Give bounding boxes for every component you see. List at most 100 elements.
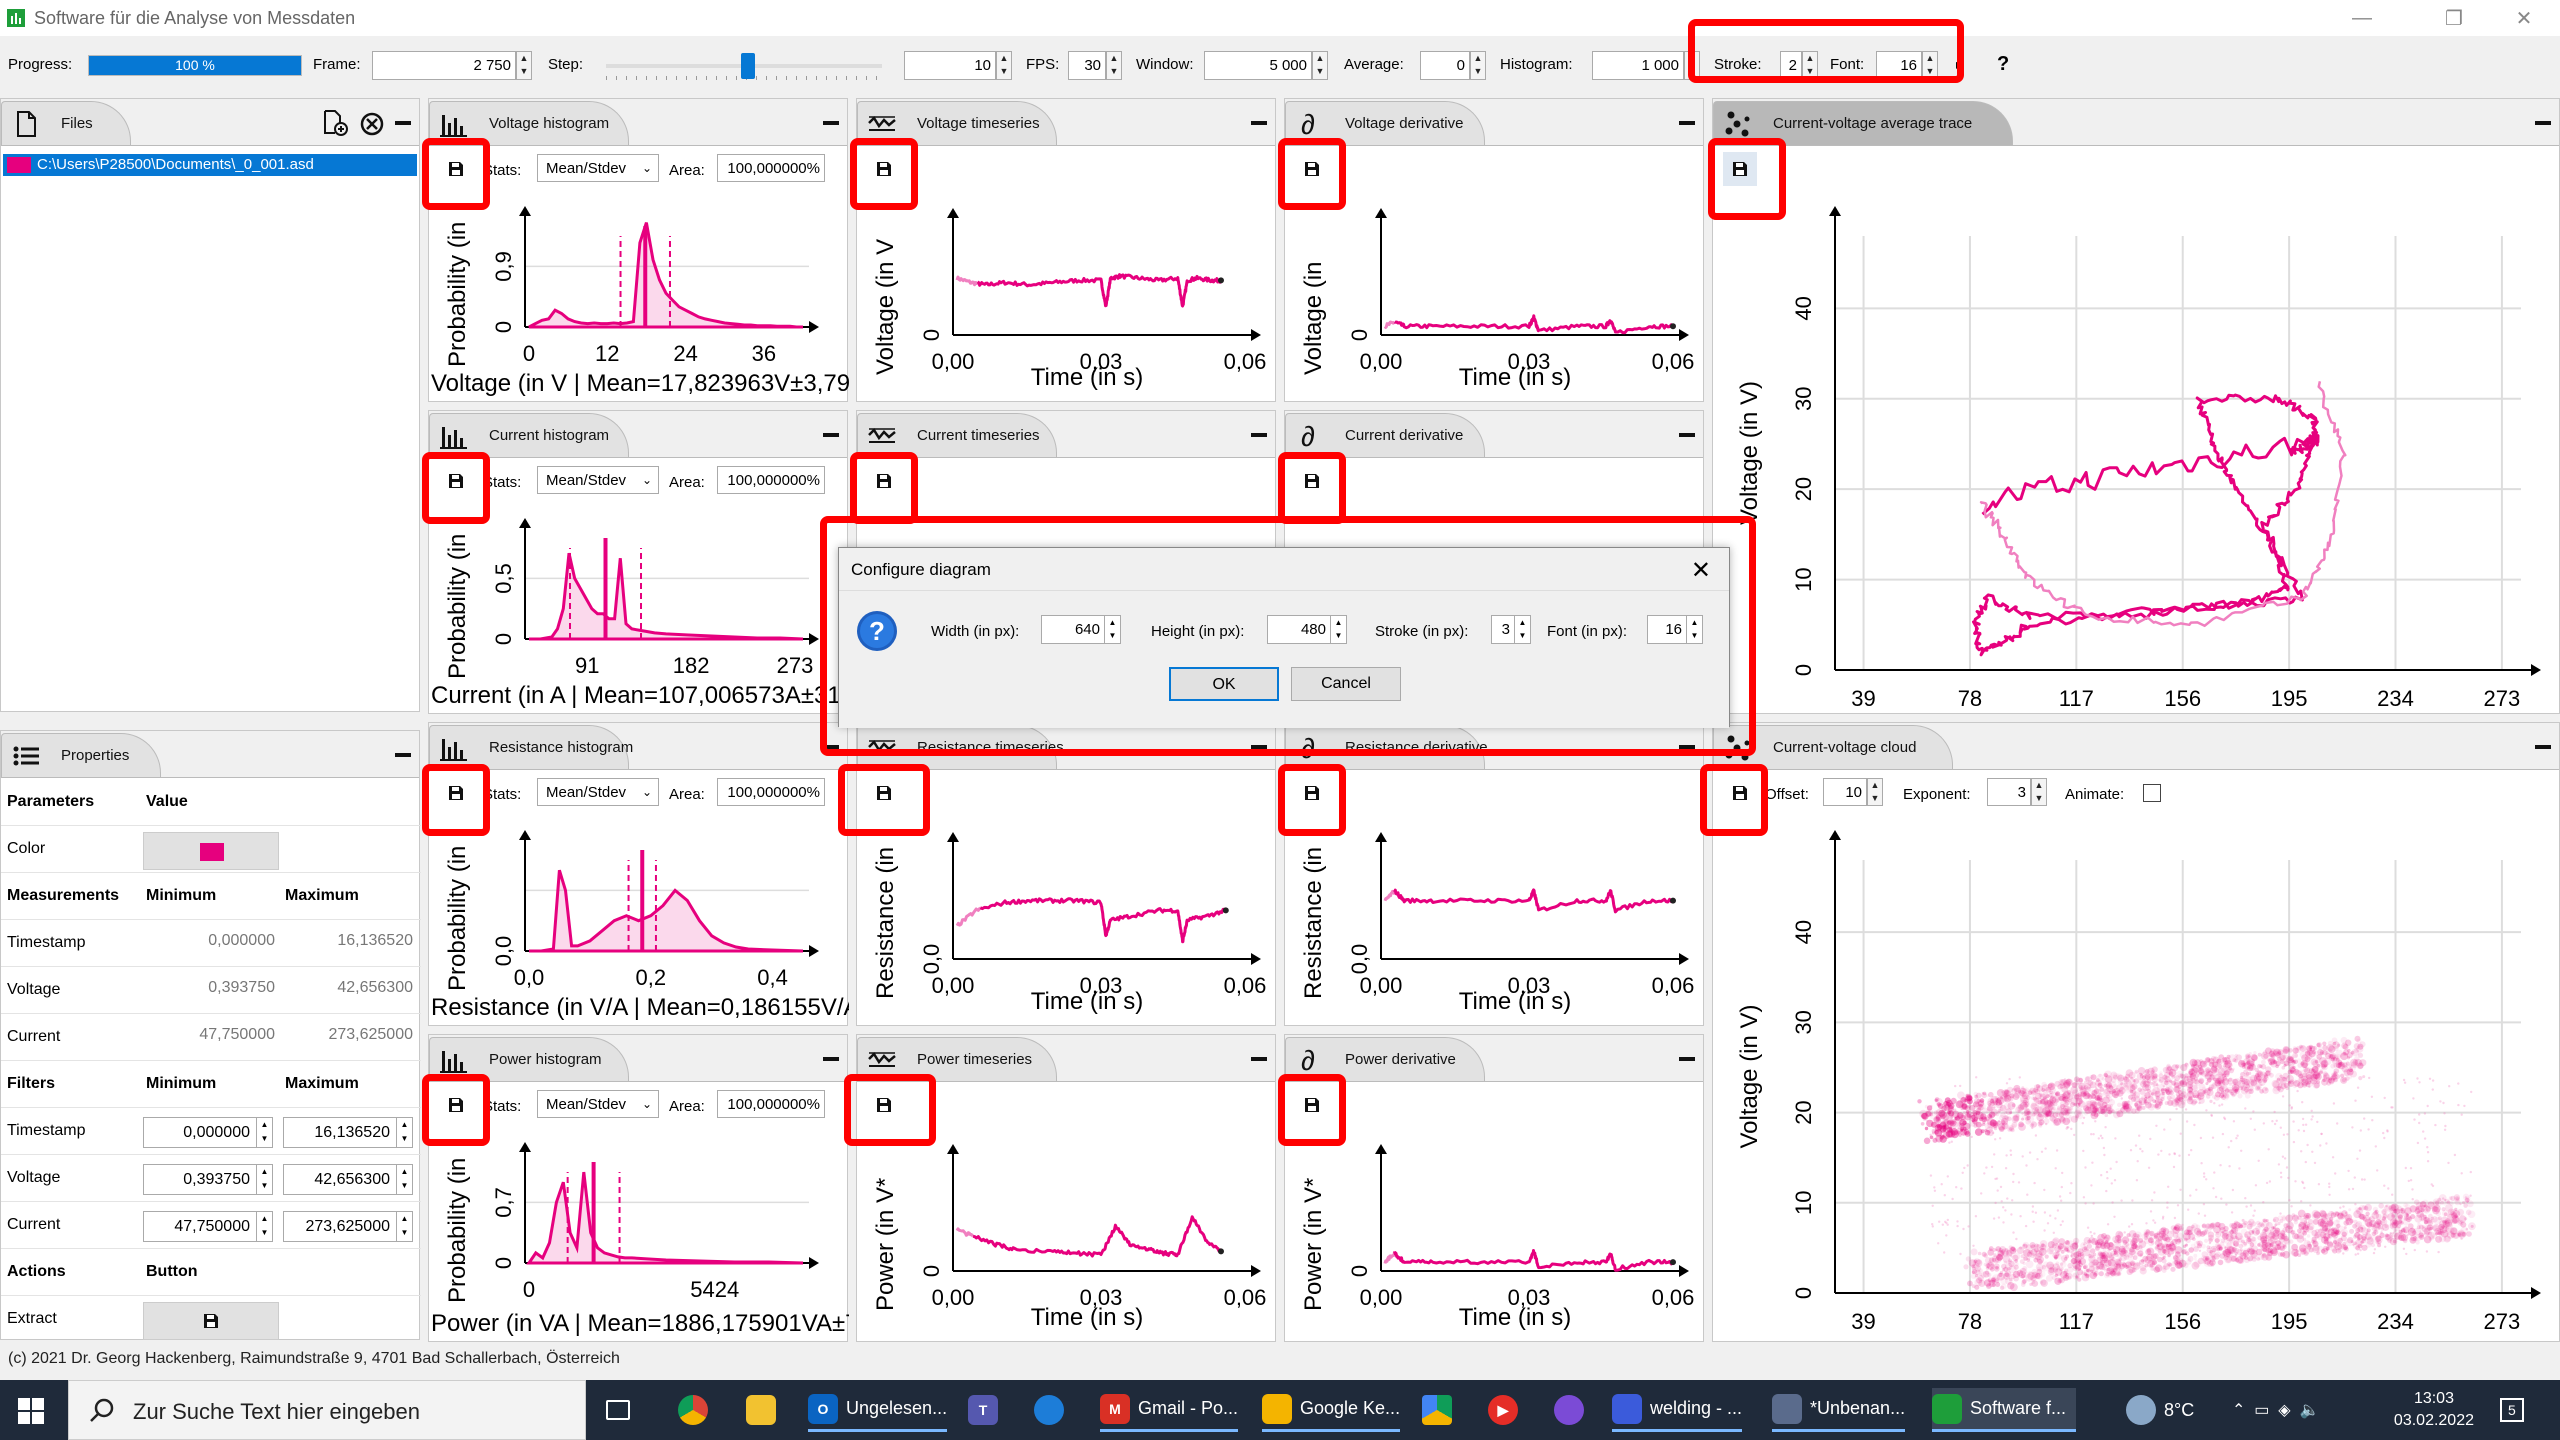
average-spinner[interactable]: ▲ ▼ <box>1470 51 1486 80</box>
teams-icon[interactable]: T <box>968 1388 1006 1432</box>
clock[interactable]: 13:03 03.02.2022 <box>2394 1388 2474 1432</box>
stroke-spinner[interactable]: ▲ ▼ <box>1802 51 1818 80</box>
save-diagram-button[interactable] <box>867 776 901 810</box>
spinner[interactable]: ▲ ▼ <box>396 1212 412 1241</box>
close-window-button[interactable]: ✕ <box>2490 0 2558 36</box>
minimize-panel-button[interactable] <box>1251 745 1267 749</box>
save-diagram-button[interactable] <box>439 776 473 810</box>
stats-select[interactable]: Mean/Stdev ⌄ <box>537 1090 659 1118</box>
notifications-button[interactable]: 5 <box>2500 1388 2524 1432</box>
step-input[interactable]: 10 <box>904 51 996 80</box>
tray-icons[interactable]: ⌃ ▭ ◈ 🔈 <box>2232 1388 2319 1432</box>
spinner[interactable]: ▲ ▼ <box>256 1118 272 1147</box>
spinner[interactable]: ▲ ▼ <box>1104 616 1120 643</box>
save-diagram-button[interactable] <box>439 152 473 186</box>
maximize-window-button[interactable]: ❐ <box>2420 0 2488 36</box>
taskbar-item-welding[interactable]: welding - ... <box>1612 1388 1743 1432</box>
messenger-icon[interactable] <box>1034 1388 1072 1432</box>
frame-spinner[interactable]: ▲ ▼ <box>516 51 532 80</box>
app-icon-paint[interactable] <box>1554 1388 1592 1432</box>
spinner[interactable]: ▲ ▼ <box>1330 616 1346 643</box>
save-diagram-button[interactable] <box>867 464 901 498</box>
file-item[interactable]: C:\Users\P28500\Documents\_0_001.asd <box>3 154 417 176</box>
taskbar-item-keep[interactable]: Google Ke... <box>1262 1388 1401 1432</box>
exponent-spinner[interactable]: ▲ ▼ <box>2031 778 2047 806</box>
window-spinner[interactable]: ▲ ▼ <box>1312 51 1328 80</box>
minimize-window-button[interactable]: — <box>2328 0 2396 36</box>
area-input[interactable]: 100,000000% <box>717 154 825 182</box>
minimize-panel-button[interactable] <box>2535 745 2551 749</box>
explorer-icon[interactable] <box>746 1388 784 1432</box>
cancel-button[interactable]: Cancel <box>1291 667 1401 701</box>
minimize-panel-button[interactable] <box>1251 121 1267 125</box>
stroke-input[interactable]: 2 <box>1780 51 1802 80</box>
filter-max-input[interactable]: 16,136520 ▲ ▼ <box>283 1117 413 1148</box>
step-spinner[interactable]: ▲ ▼ <box>996 51 1012 80</box>
minimize-panel-button[interactable] <box>1679 433 1695 437</box>
minimize-panel-button[interactable] <box>1251 433 1267 437</box>
chrome-icon[interactable] <box>678 1388 716 1432</box>
height-input[interactable]: 480 ▲ ▼ <box>1267 615 1347 644</box>
frame-input[interactable]: 2 750 <box>372 51 516 80</box>
save-diagram-button[interactable] <box>1723 776 1757 810</box>
save-diagram-button[interactable] <box>439 464 473 498</box>
taskbar-item-unbenannt[interactable]: *Unbenan... <box>1772 1388 1906 1432</box>
step-slider-thumb[interactable] <box>741 53 755 79</box>
spinner[interactable]: ▲ ▼ <box>256 1165 272 1194</box>
filter-min-input[interactable]: 0,393750 ▲ ▼ <box>143 1164 273 1195</box>
save-diagram-button[interactable] <box>867 1088 901 1122</box>
minimize-panel-button[interactable] <box>1679 745 1695 749</box>
font-spinner[interactable]: ▲ ▼ <box>1922 51 1938 80</box>
ok-button[interactable]: OK <box>1169 667 1279 701</box>
minimize-panel-button[interactable] <box>395 753 411 757</box>
save-diagram-button[interactable] <box>439 1088 473 1122</box>
spinner[interactable]: ▲ ▼ <box>396 1118 412 1147</box>
window-input[interactable]: 5 000 <box>1204 51 1312 80</box>
minimize-panel-button[interactable] <box>1679 121 1695 125</box>
minimize-panel-button[interactable] <box>1679 1057 1695 1061</box>
minimize-panel-button[interactable] <box>1251 1057 1267 1061</box>
animate-checkbox[interactable] <box>2143 784 2161 802</box>
help-button[interactable]: ? <box>1997 53 2009 76</box>
stroke-input[interactable]: 3 ▲ ▼ <box>1491 615 1531 644</box>
windows-start-icon[interactable] <box>18 1398 44 1424</box>
spinner[interactable]: ▲ ▼ <box>396 1165 412 1194</box>
font-input[interactable]: 16 <box>1876 51 1922 80</box>
exponent-input[interactable]: 3 <box>1987 778 2031 806</box>
dialog-close-icon[interactable]: ✕ <box>1691 556 1711 585</box>
save-diagram-button[interactable] <box>1723 152 1757 186</box>
color-picker-button[interactable] <box>143 832 279 870</box>
toolbar-overflow-icon[interactable]: ▸ <box>1956 56 1963 73</box>
extract-button[interactable] <box>143 1302 279 1340</box>
minimize-panel-button[interactable] <box>823 433 839 437</box>
stats-select[interactable]: Mean/Stdev ⌄ <box>537 154 659 182</box>
fps-input[interactable]: 30 <box>1068 51 1106 80</box>
offset-input[interactable]: 10 <box>1823 778 1867 806</box>
spinner[interactable]: ▲ ▼ <box>256 1212 272 1241</box>
add-file-icon[interactable] <box>321 109 349 137</box>
save-diagram-button[interactable] <box>867 152 901 186</box>
area-input[interactable]: 100,000000% <box>717 466 825 494</box>
spinner[interactable]: ▲ ▼ <box>1686 616 1702 643</box>
save-diagram-button[interactable] <box>1295 776 1329 810</box>
save-diagram-button[interactable] <box>1295 1088 1329 1122</box>
save-diagram-button[interactable] <box>1295 152 1329 186</box>
area-input[interactable]: 100,000000% <box>717 1090 825 1118</box>
average-input[interactable]: 0 <box>1420 51 1470 80</box>
task-view-icon[interactable] <box>606 1388 638 1432</box>
histogram-input[interactable]: 1 000 <box>1592 51 1684 80</box>
offset-spinner[interactable]: ▲ ▼ <box>1867 778 1883 806</box>
minimize-panel-button[interactable] <box>2535 121 2551 125</box>
filter-min-input[interactable]: 0,000000 ▲ ▼ <box>143 1117 273 1148</box>
minimize-panel-button[interactable] <box>823 1057 839 1061</box>
weather-widget[interactable]: 8°C <box>2126 1388 2194 1432</box>
save-diagram-button[interactable] <box>1295 464 1329 498</box>
stats-select[interactable]: Mean/Stdev ⌄ <box>537 778 659 806</box>
close-file-icon[interactable] <box>359 111 385 137</box>
histogram-spinner[interactable]: ▲ ▼ <box>1684 51 1700 80</box>
filter-max-input[interactable]: 42,656300 ▲ ▼ <box>283 1164 413 1195</box>
minimize-panel-button[interactable] <box>395 121 411 125</box>
minimize-panel-button[interactable] <box>823 121 839 125</box>
taskbar-item-gmail[interactable]: M Gmail - Po... <box>1100 1388 1239 1432</box>
stats-select[interactable]: Mean/Stdev ⌄ <box>537 466 659 494</box>
